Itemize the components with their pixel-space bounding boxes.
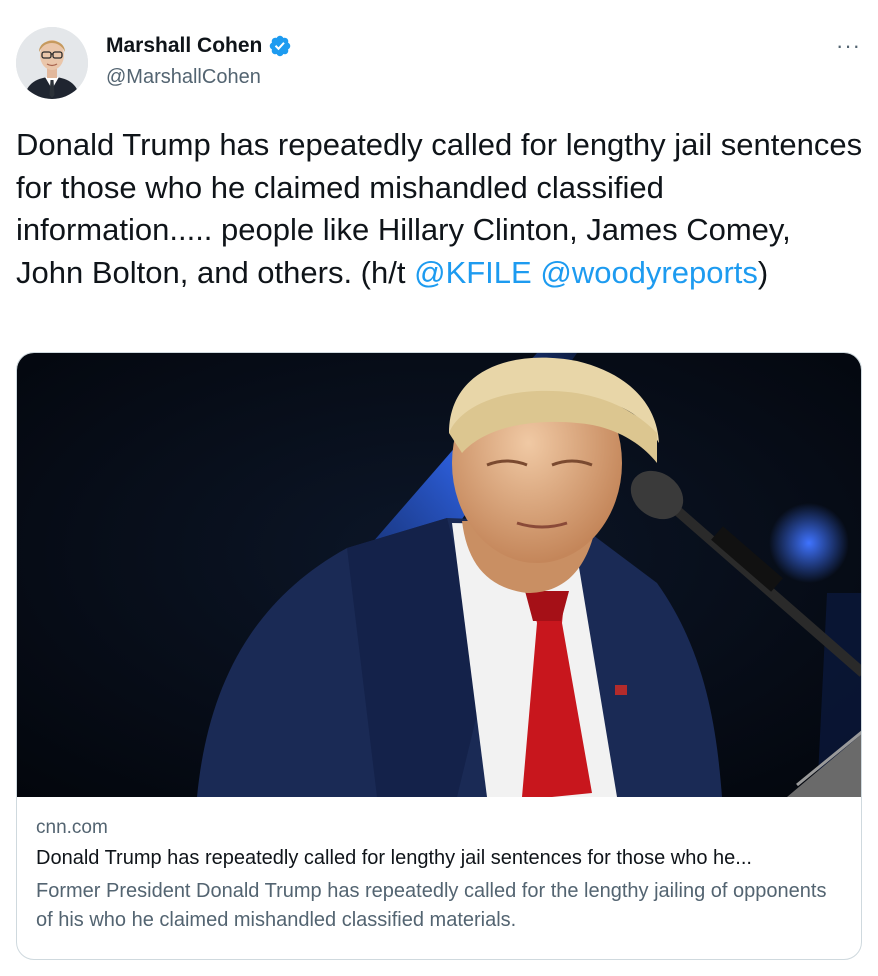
trump-at-microphone-photo-icon xyxy=(17,353,861,797)
tweet-text: Donald Trump has repeatedly called for l… xyxy=(16,124,866,294)
verified-badge-icon xyxy=(270,35,291,57)
more-options-button[interactable]: ··· xyxy=(836,33,861,59)
author-display-name[interactable]: Marshall Cohen xyxy=(106,34,262,58)
author-handle[interactable]: @MarshallCohen xyxy=(106,66,261,89)
profile-photo-icon xyxy=(16,27,88,99)
author-name-row[interactable]: Marshall Cohen xyxy=(106,34,292,58)
mention-link-woodyreports[interactable]: @woodyreports xyxy=(540,255,758,290)
card-title: Donald Trump has repeatedly called for l… xyxy=(36,847,752,869)
tweet-text-end: ) xyxy=(757,254,769,290)
card-domain: cnn.com xyxy=(36,817,108,838)
mention-link-kfile[interactable]: @KFILE xyxy=(414,255,532,290)
card-description: Former President Donald Trump has repeat… xyxy=(36,880,827,931)
avatar[interactable] xyxy=(16,27,88,99)
link-preview-card[interactable]: cnn.com Donald Trump has repeatedly call… xyxy=(16,352,862,960)
card-meta[interactable]: cnn.com Donald Trump has repeatedly call… xyxy=(36,817,846,935)
